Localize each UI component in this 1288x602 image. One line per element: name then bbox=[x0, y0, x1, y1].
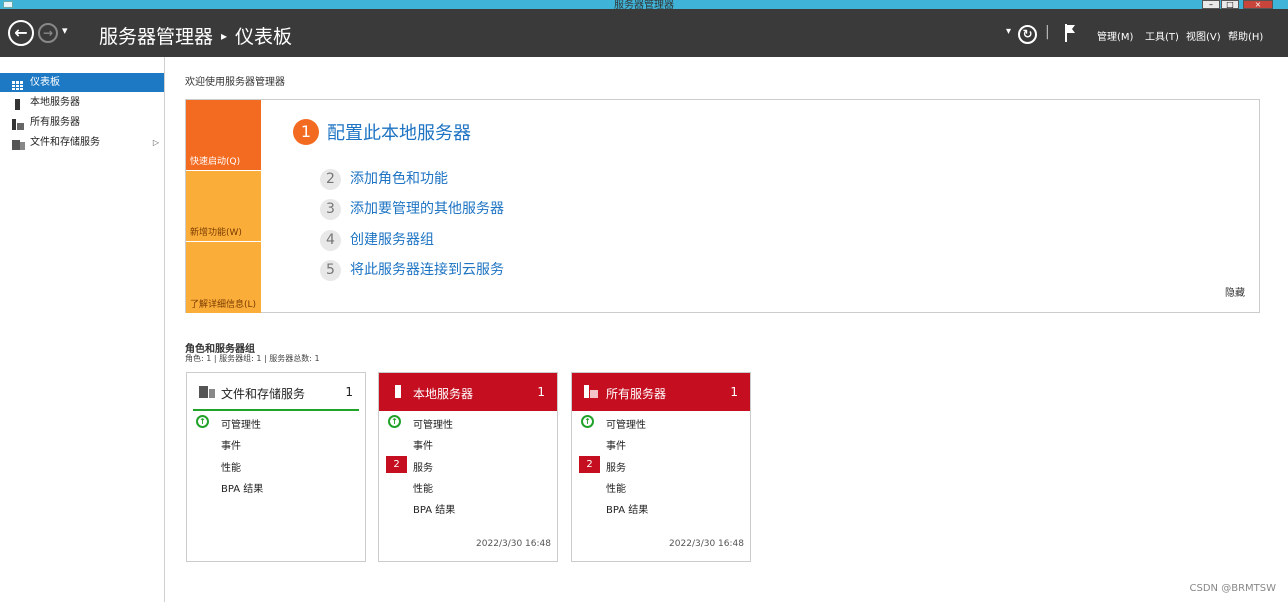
server-icon bbox=[12, 98, 23, 110]
card-title: 所有服务器 bbox=[606, 387, 667, 401]
card-count: 1 bbox=[537, 385, 545, 399]
tile-quickstart[interactable]: 快速启动(Q) bbox=[186, 100, 261, 170]
step-number: 5 bbox=[320, 260, 341, 281]
breadcrumb-app[interactable]: 服务器管理器 bbox=[99, 26, 213, 48]
step-link[interactable]: 创建服务器组 bbox=[350, 232, 434, 248]
tile-learn-more[interactable]: 了解详细信息(L) bbox=[186, 242, 261, 313]
minimize-button[interactable]: – bbox=[1202, 0, 1220, 9]
card-row-manageability[interactable]: 可管理性 bbox=[606, 416, 646, 431]
servers-icon bbox=[584, 385, 598, 398]
card-title: 文件和存储服务 bbox=[221, 387, 306, 401]
service-alert-badge: 2 bbox=[579, 456, 600, 473]
card-row-manageability[interactable]: 可管理性 bbox=[413, 416, 453, 431]
ok-arrow-icon: ↑ bbox=[388, 415, 401, 428]
forward-arrow-icon[interactable]: → bbox=[38, 23, 58, 43]
tile-label: 快速启动(Q) bbox=[190, 157, 241, 167]
step-link[interactable]: 添加要管理的其他服务器 bbox=[350, 201, 504, 217]
breadcrumb-page: 仪表板 bbox=[235, 26, 293, 48]
card-row-bpa[interactable]: BPA 结果 bbox=[606, 501, 648, 516]
card-row-performance[interactable]: 性能 bbox=[413, 480, 433, 495]
dashboard-main: 欢迎使用服务器管理器 快速启动(Q) 新增功能(W) 了解详细信息(L) 1 配置… bbox=[165, 57, 1288, 602]
sidebar-item-dashboard[interactable]: 仪表板 bbox=[0, 73, 164, 92]
welcome-title: 欢迎使用服务器管理器 bbox=[185, 77, 285, 88]
back-arrow-icon[interactable]: ← bbox=[8, 20, 34, 46]
card-file-storage[interactable]: 文件和存储服务 1 ↑ 可管理性 事件 性能 BPA 结果 bbox=[186, 372, 366, 562]
servers-icon bbox=[12, 118, 24, 130]
step-link[interactable]: 配置此本地服务器 bbox=[327, 123, 471, 144]
expand-arrow-icon[interactable]: ▷ bbox=[153, 133, 159, 152]
card-count: 1 bbox=[730, 385, 738, 399]
tile-whats-new[interactable]: 新增功能(W) bbox=[186, 171, 261, 241]
card-row-bpa[interactable]: BPA 结果 bbox=[221, 480, 263, 495]
menu-tools[interactable]: 工具(T) bbox=[1145, 28, 1179, 43]
card-row-services[interactable]: 服务 bbox=[413, 459, 433, 474]
status-ok-line bbox=[193, 409, 359, 411]
card-local-server[interactable]: 本地服务器 1 ↑ 可管理性 事件 2 服务 性能 BPA 结果 2022/3/… bbox=[378, 372, 558, 562]
card-row-events[interactable]: 事件 bbox=[221, 437, 241, 452]
card-header[interactable]: 文件和存储服务 1 bbox=[187, 373, 365, 411]
ok-arrow-icon: ↑ bbox=[581, 415, 594, 428]
card-header[interactable]: 所有服务器 1 bbox=[572, 373, 750, 411]
menu-view[interactable]: 视图(V) bbox=[1186, 28, 1221, 43]
sidebar-item-label: 文件和存储服务 bbox=[30, 137, 100, 148]
notification-flag-icon[interactable] bbox=[1064, 24, 1076, 42]
sidebar-item-local-server[interactable]: 本地服务器 bbox=[0, 93, 164, 112]
ok-arrow-icon: ↑ bbox=[196, 415, 209, 428]
card-row-performance[interactable]: 性能 bbox=[221, 459, 241, 474]
card-row-manageability[interactable]: 可管理性 bbox=[221, 416, 261, 431]
step-number: 4 bbox=[320, 230, 341, 251]
app-header: ← → ▾ 服务器管理器 ▸ 仪表板 ▾ ↻ | 管理(M) 工具(T) 视图(V)… bbox=[0, 9, 1288, 57]
step-number: 2 bbox=[320, 169, 341, 190]
card-row-services[interactable]: 服务 bbox=[606, 459, 626, 474]
menu-manage[interactable]: 管理(M) bbox=[1097, 28, 1133, 43]
card-timestamp: 2022/3/30 16:48 bbox=[476, 539, 551, 549]
service-alert-badge: 2 bbox=[386, 456, 407, 473]
step-connect-cloud[interactable]: 5 将此服务器连接到云服务 bbox=[320, 259, 504, 281]
sidebar-item-label: 仪表板 bbox=[30, 77, 60, 88]
refresh-icon[interactable]: ↻ bbox=[1018, 25, 1037, 44]
step-link[interactable]: 将此服务器连接到云服务 bbox=[350, 262, 504, 278]
step-add-roles[interactable]: 2 添加角色和功能 bbox=[320, 168, 448, 190]
card-row-events[interactable]: 事件 bbox=[606, 437, 626, 452]
card-row-events[interactable]: 事件 bbox=[413, 437, 433, 452]
card-count: 1 bbox=[345, 385, 353, 399]
sidebar: 仪表板 本地服务器 所有服务器 文件和存储服务 ▷ bbox=[0, 57, 165, 602]
card-header[interactable]: 本地服务器 1 bbox=[379, 373, 557, 411]
file-storage-icon bbox=[199, 385, 215, 398]
sidebar-item-label: 本地服务器 bbox=[30, 97, 80, 108]
sidebar-item-all-servers[interactable]: 所有服务器 bbox=[0, 113, 164, 132]
breadcrumb-separator-icon: ▸ bbox=[221, 29, 228, 43]
history-dropdown-icon[interactable]: ▾ bbox=[62, 24, 68, 37]
card-timestamp: 2022/3/30 16:48 bbox=[669, 539, 744, 549]
step-number: 3 bbox=[320, 199, 341, 220]
card-all-servers[interactable]: 所有服务器 1 ↑ 可管理性 事件 2 服务 性能 BPA 结果 2022/3/… bbox=[571, 372, 751, 562]
menu-help[interactable]: 帮助(H) bbox=[1228, 28, 1263, 43]
step-add-servers[interactable]: 3 添加要管理的其他服务器 bbox=[320, 198, 504, 220]
window-title: 服务器管理器 bbox=[614, 0, 674, 9]
roles-summary: 角色: 1 | 服务器组: 1 | 服务器总数: 1 bbox=[185, 354, 320, 363]
step-number: 1 bbox=[293, 119, 319, 145]
card-row-performance[interactable]: 性能 bbox=[606, 480, 626, 495]
quickstart-panel: 快速启动(Q) 新增功能(W) 了解详细信息(L) 1 配置此本地服务器 2 添加角… bbox=[185, 99, 1260, 313]
refresh-dropdown-icon[interactable]: ▾ bbox=[1006, 26, 1011, 37]
maximize-button[interactable]: □ bbox=[1221, 0, 1239, 9]
hide-link[interactable]: 隐藏 bbox=[1225, 284, 1245, 299]
step-create-group[interactable]: 4 创建服务器组 bbox=[320, 229, 434, 251]
card-row-bpa[interactable]: BPA 结果 bbox=[413, 501, 455, 516]
breadcrumb: 服务器管理器 ▸ 仪表板 bbox=[99, 22, 292, 49]
file-storage-icon bbox=[12, 138, 25, 150]
sidebar-item-file-storage[interactable]: 文件和存储服务 ▷ bbox=[0, 133, 164, 152]
close-button[interactable]: × bbox=[1243, 0, 1273, 9]
card-title: 本地服务器 bbox=[413, 387, 474, 401]
header-divider: | bbox=[1045, 24, 1050, 40]
tile-label: 新增功能(W) bbox=[190, 228, 242, 238]
tile-label: 了解详细信息(L) bbox=[190, 300, 257, 310]
sidebar-item-label: 所有服务器 bbox=[30, 117, 80, 128]
step-link[interactable]: 添加角色和功能 bbox=[350, 171, 448, 187]
step-configure-local-server[interactable]: 1 配置此本地服务器 bbox=[293, 119, 471, 145]
server-icon bbox=[391, 385, 405, 398]
dashboard-grid-icon bbox=[12, 78, 23, 90]
window-titlebar: 服务器管理器 – □ × bbox=[0, 0, 1288, 9]
watermark: CSDN @BRMTSW bbox=[1189, 583, 1276, 594]
